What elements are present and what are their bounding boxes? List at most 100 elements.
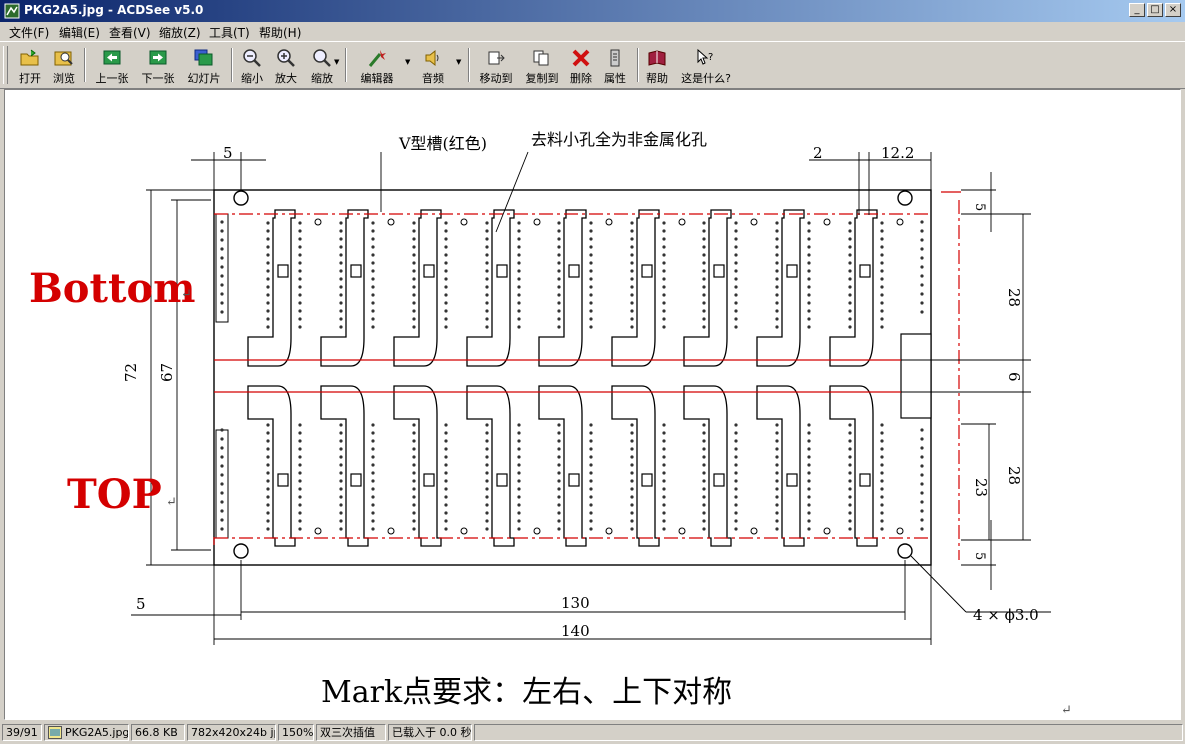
previous-button[interactable]: 上一张: [90, 46, 134, 86]
slideshow-button[interactable]: 幻灯片: [182, 46, 226, 86]
browse-button[interactable]: 浏览: [48, 46, 80, 86]
hole-dot: [880, 229, 884, 233]
hole-dot: [775, 503, 779, 507]
status-bar: 39/91 PKG2A5.jpg 66.8 KB 782x420x24b jpe…: [0, 722, 1185, 744]
hole-dot: [589, 277, 593, 281]
zoom-in-button[interactable]: 放大: [270, 46, 302, 86]
hole-dot: [848, 309, 852, 313]
copy-to-button[interactable]: 复制到: [520, 46, 564, 86]
holes-note: 去料小孔全为非金属化孔: [531, 130, 707, 149]
minimize-button[interactable]: _: [1129, 3, 1145, 17]
audio-button[interactable]: 音频: [414, 46, 452, 86]
hole-dot: [734, 325, 738, 329]
hole-dot: [298, 325, 302, 329]
hole-dot: [702, 309, 706, 313]
hole-dot: [920, 464, 924, 468]
hole-dot: [485, 253, 489, 257]
next-button[interactable]: 下一张: [136, 46, 180, 86]
hole-dot: [298, 527, 302, 531]
hole-dot: [339, 277, 343, 281]
delete-button[interactable]: 删除: [566, 46, 596, 86]
hole-dot: [702, 325, 706, 329]
top-side-label: TOP: [67, 471, 162, 518]
hole-dot: [702, 519, 706, 523]
hole-dot: [557, 455, 561, 459]
hole-dot: [880, 285, 884, 289]
hole-dot: [920, 292, 924, 296]
hole-dot: [517, 229, 521, 233]
hole-dot: [880, 479, 884, 483]
hole-dot: [220, 283, 224, 287]
hole-dot: [371, 317, 375, 321]
toolbar-grip[interactable]: [3, 46, 8, 84]
hole-dot: [412, 237, 416, 241]
hole-dot: [371, 253, 375, 257]
menu-zoom[interactable]: 缩放(Z): [159, 24, 201, 41]
hole-dot: [485, 221, 489, 225]
dim-label: 12.2: [881, 144, 914, 162]
hole-dot: [220, 265, 224, 269]
slot-pad: [859, 264, 871, 278]
rail-hole: [533, 527, 541, 535]
hole-dot: [807, 229, 811, 233]
hole-dot: [880, 439, 884, 443]
menu-edit[interactable]: 编辑(E): [59, 24, 100, 41]
menu-view[interactable]: 查看(V): [109, 24, 151, 41]
editor-button[interactable]: 编辑器: [352, 46, 402, 86]
maximize-button[interactable]: □: [1147, 3, 1163, 17]
hole-dot: [734, 495, 738, 499]
hole-dot: [517, 423, 521, 427]
close-button[interactable]: ×: [1165, 3, 1181, 17]
hole-dot: [485, 325, 489, 329]
hole-dot: [662, 455, 666, 459]
hole-dot: [775, 293, 779, 297]
hole-dot: [630, 519, 634, 523]
hole-dot: [412, 455, 416, 459]
zoom-button[interactable]: 缩放: [304, 46, 340, 86]
hole-dot: [662, 503, 666, 507]
hole-dot: [485, 229, 489, 233]
whats-this-button[interactable]: ? 这是什么?: [678, 46, 734, 86]
hole-dot: [702, 479, 706, 483]
editor-dropdown-arrow[interactable]: ▼: [405, 58, 410, 66]
zoom-dropdown-arrow[interactable]: ▼: [334, 58, 339, 66]
hole-dot: [807, 269, 811, 273]
move-to-button[interactable]: 移动到: [474, 46, 518, 86]
hole-dot: [920, 455, 924, 459]
hole-dot: [775, 221, 779, 225]
hole-dot: [630, 423, 634, 427]
hole-dot: [485, 471, 489, 475]
audio-dropdown-arrow[interactable]: ▼: [456, 58, 461, 66]
hole-dot: [412, 229, 416, 233]
slot-pad: [277, 264, 289, 278]
hole-dot: [662, 431, 666, 435]
hole-dot: [266, 519, 270, 523]
zoom-icon: [313, 49, 331, 67]
toolbar-separator: [231, 48, 233, 82]
hole-dot: [662, 511, 666, 515]
hole-dot: [298, 293, 302, 297]
open-button[interactable]: 打开: [12, 46, 48, 86]
image-viewport[interactable]: 5 2 12.2 72 67 5 28 6 28 23 5 5 130 140 …: [4, 89, 1181, 720]
pcb-panel-drawing: 5 2 12.2 72 67 5 28 6 28 23 5 5 130 140 …: [29, 130, 1072, 718]
help-button[interactable]: 帮助: [642, 46, 672, 86]
hole-dot: [339, 471, 343, 475]
properties-button[interactable]: 属性: [600, 46, 630, 86]
hole-dot: [266, 317, 270, 321]
menu-help[interactable]: 帮助(H): [259, 24, 301, 41]
hole-dot: [662, 495, 666, 499]
hole-dot: [444, 463, 448, 467]
menu-file[interactable]: 文件(F): [9, 24, 49, 41]
zoom-out-button[interactable]: 缩小: [236, 46, 268, 86]
hole-dot: [266, 527, 270, 531]
hole-dot: [920, 229, 924, 233]
hole-dot: [412, 527, 416, 531]
hole-dot: [517, 285, 521, 289]
hole-dot: [220, 220, 224, 224]
hole-dot: [266, 229, 270, 233]
status-blank: [474, 724, 1183, 741]
hole-dot: [807, 503, 811, 507]
menu-tools[interactable]: 工具(T): [209, 24, 250, 41]
hole-dot: [880, 423, 884, 427]
hole-dot: [880, 447, 884, 451]
